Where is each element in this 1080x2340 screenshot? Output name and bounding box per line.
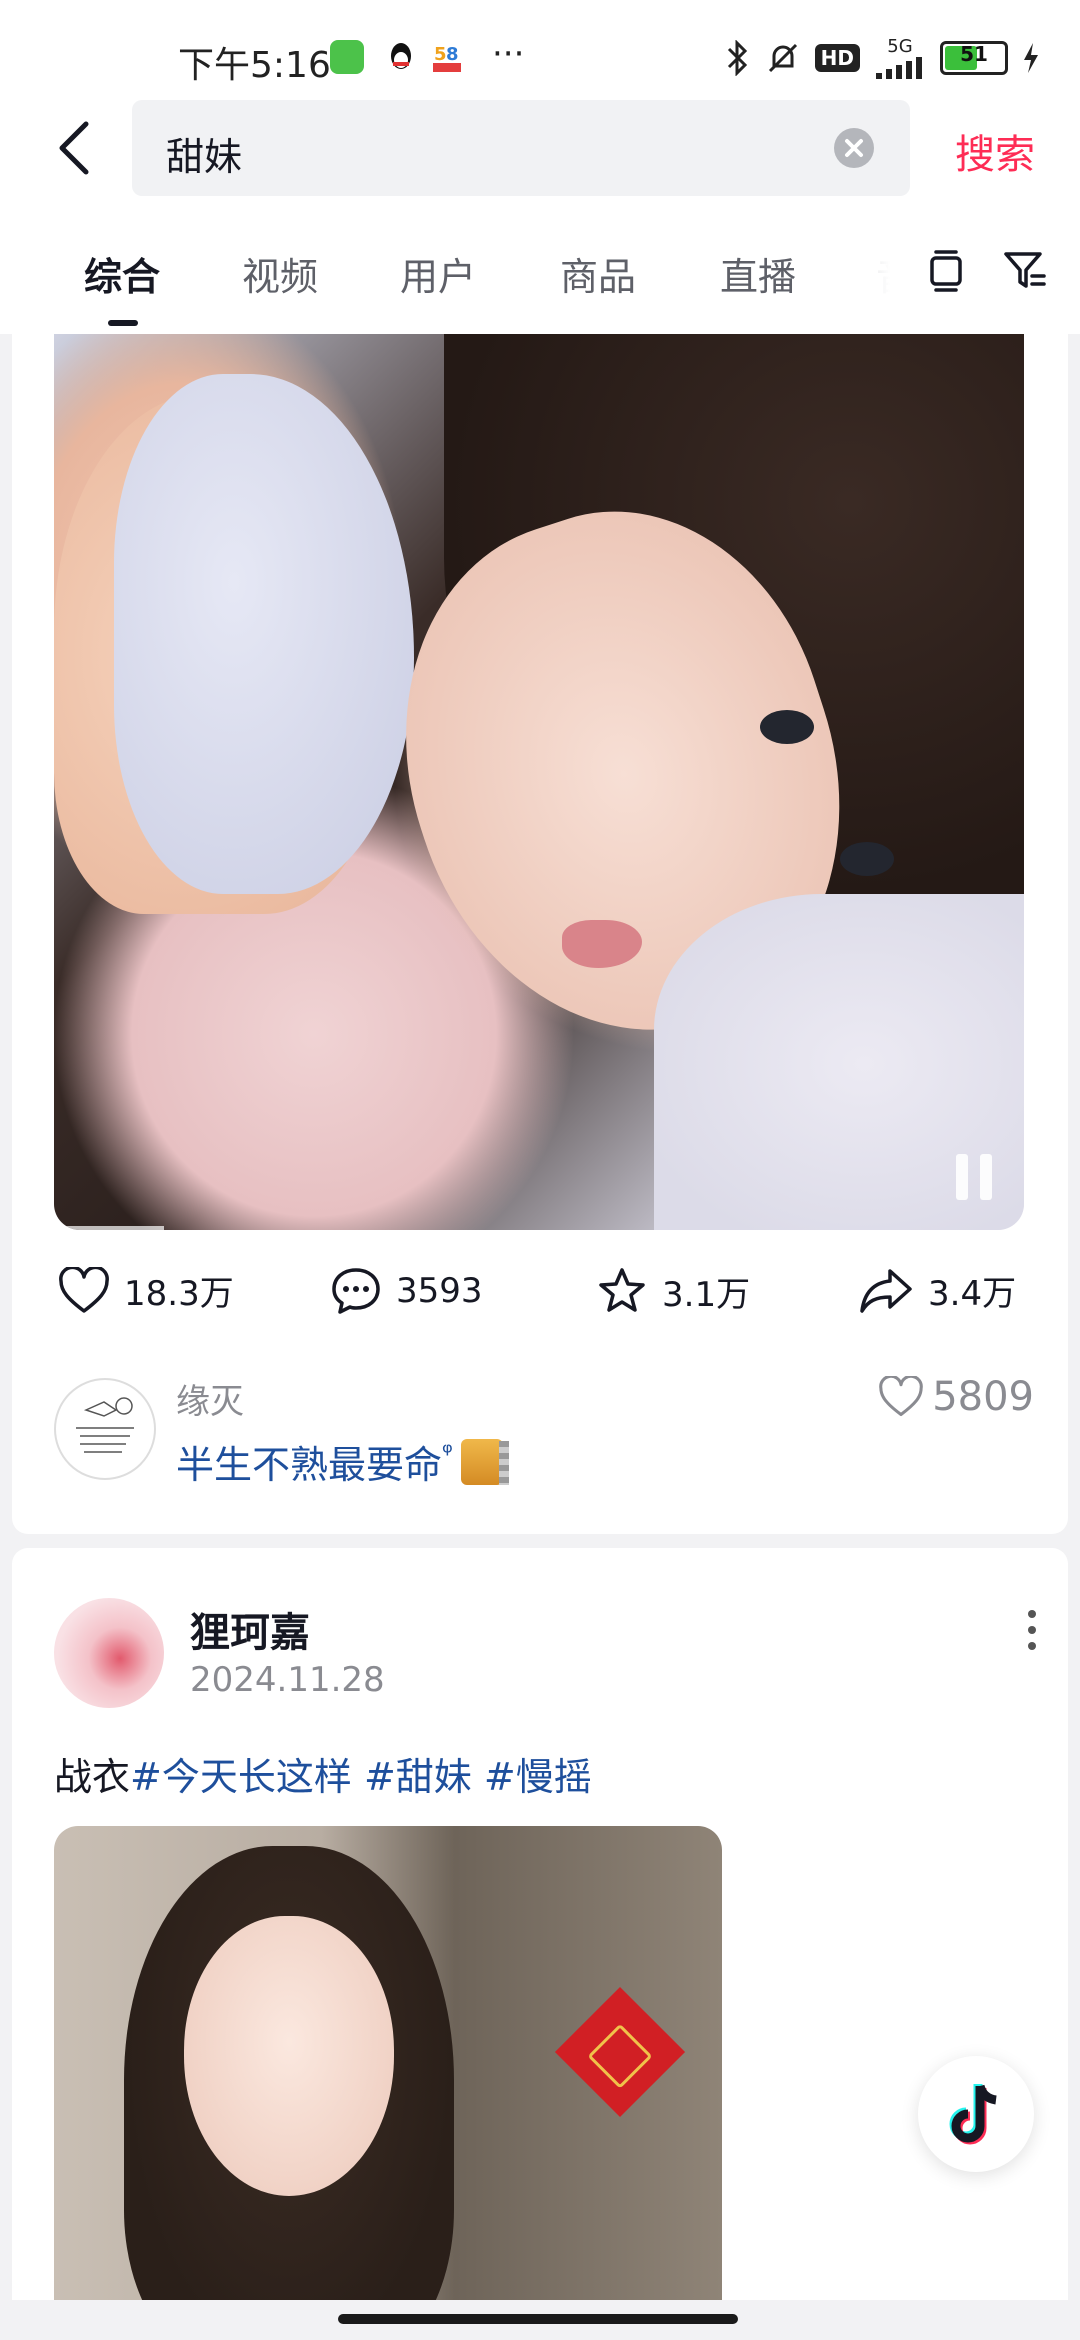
thumbnail-face-shape [184,1916,394,2196]
network-type: 5G [874,36,926,79]
commenter-avatar[interactable] [54,1378,156,1480]
author-avatar[interactable] [54,1598,164,1708]
charging-icon [1024,42,1038,73]
caption-text: 战衣 [54,1755,131,1799]
video-sleeve-shape [114,374,414,894]
share-button[interactable]: 3.4万 [858,1266,1016,1315]
clear-search-button[interactable] [834,128,874,168]
video-player[interactable] [54,334,1024,1230]
post-video-thumbnail[interactable] [54,1826,722,2300]
top-comment[interactable]: 半生不熟最要命 ᵠ [176,1434,509,1489]
tab-users[interactable]: 用户 [400,246,476,301]
qq-icon [384,40,418,74]
comment-like-count: 5809 [932,1374,1034,1420]
star-icon [599,1268,645,1312]
search-header: 甜妹 搜索 [0,96,1080,206]
bottom-gesture-bar [0,2300,1080,2340]
like-button[interactable]: 18.3万 [58,1266,234,1315]
pause-icon[interactable] [956,1154,994,1200]
chevron-left-icon [59,121,89,175]
heart-icon [879,1376,923,1417]
favorite-button[interactable]: 3.1万 [596,1266,750,1316]
search-button[interactable]: 搜索 [955,122,1035,180]
post-caption: 战衣#今天长这样 #甜妹 #慢摇 [54,1746,592,1801]
search-query: 甜妹 [166,135,243,179]
bluetooth-icon [727,39,747,76]
video-eye-shape [840,842,894,876]
commenter-name[interactable]: 缘灭 [176,1374,244,1423]
mute-bell-icon [768,43,797,72]
svg-text:8: 8 [446,44,459,65]
video-progress-bar[interactable] [54,1226,164,1230]
more-options-icon[interactable] [1026,1604,1038,1654]
post-result-card: 狸珂嘉 2024.11.28 战衣#今天长这样 #甜妹 #慢摇 [12,1548,1068,2300]
tab-live[interactable]: 直播 [720,246,796,301]
network-label: 5G [887,36,913,57]
share-icon [860,1268,912,1313]
like-count: 18.3万 [124,1274,234,1314]
comment-count: 3593 [396,1271,483,1311]
status-more-icon: ··· [492,34,525,74]
douyin-logo-icon [949,2084,997,2145]
author-name[interactable]: 狸珂嘉 [190,1600,310,1658]
fu-decoration-shape [554,1986,686,2118]
status-right-group: HD 5G 51 [725,36,1040,79]
status-time: 下午5:16 [178,45,331,86]
home-indicator[interactable] [338,2314,738,2324]
favorite-count: 3.1万 [662,1274,751,1315]
search-link-mark: ᵠ [442,1437,453,1468]
battery-level: 51 [960,41,988,66]
heart-icon [59,1266,109,1313]
hashtag-link[interactable]: #甜妹 [364,1755,472,1799]
post-date: 2024.11.28 [190,1660,385,1700]
video-result-card: 18.3万 3593 3.1万 3.4万 缘灭 半生不熟最要命 ᵠ 5809 [12,334,1068,1534]
comment-like-button[interactable]: 5809 [878,1374,1034,1420]
share-count: 3.4万 [928,1274,1017,1314]
tab-active-indicator [108,320,138,326]
video-eye-shape [760,710,814,744]
layout-toggle-icon[interactable] [924,248,968,292]
back-button[interactable] [48,118,108,178]
search-input[interactable]: 甜妹 [132,100,910,196]
douyin-floating-button[interactable] [918,2056,1034,2172]
close-icon [845,139,863,157]
tab-fade [820,206,920,334]
hd-badge: HD [814,43,860,72]
tab-video[interactable]: 视频 [242,246,318,301]
comment-button[interactable]: 3593 [330,1266,483,1316]
filter-icon[interactable] [1002,248,1046,292]
comment-text: 半生不熟最要命 [176,1443,443,1487]
comment-icon [332,1268,380,1314]
hashtag-link[interactable]: #慢摇 [484,1755,592,1799]
cat-emoji-icon [460,1438,509,1485]
status-bar: 下午5:16 58 ··· HD 5G 51 [0,0,1080,96]
hashtag-link[interactable]: #今天长这样 [130,1755,352,1799]
battery-icon: 51 [940,40,1008,75]
tab-comprehensive[interactable]: 综合 [84,246,160,301]
search-results[interactable]: 18.3万 3593 3.1万 3.4万 缘灭 半生不熟最要命 ᵠ 5809 狸… [0,334,1080,2300]
signal-icon [876,57,922,79]
wechat-icon [330,40,364,74]
svg-text:5: 5 [434,44,447,65]
tab-products[interactable]: 商品 [560,246,636,301]
58-app-icon: 58 [430,40,464,74]
search-tabs: 综合 视频 用户 商品 直播 音 [0,206,1080,334]
